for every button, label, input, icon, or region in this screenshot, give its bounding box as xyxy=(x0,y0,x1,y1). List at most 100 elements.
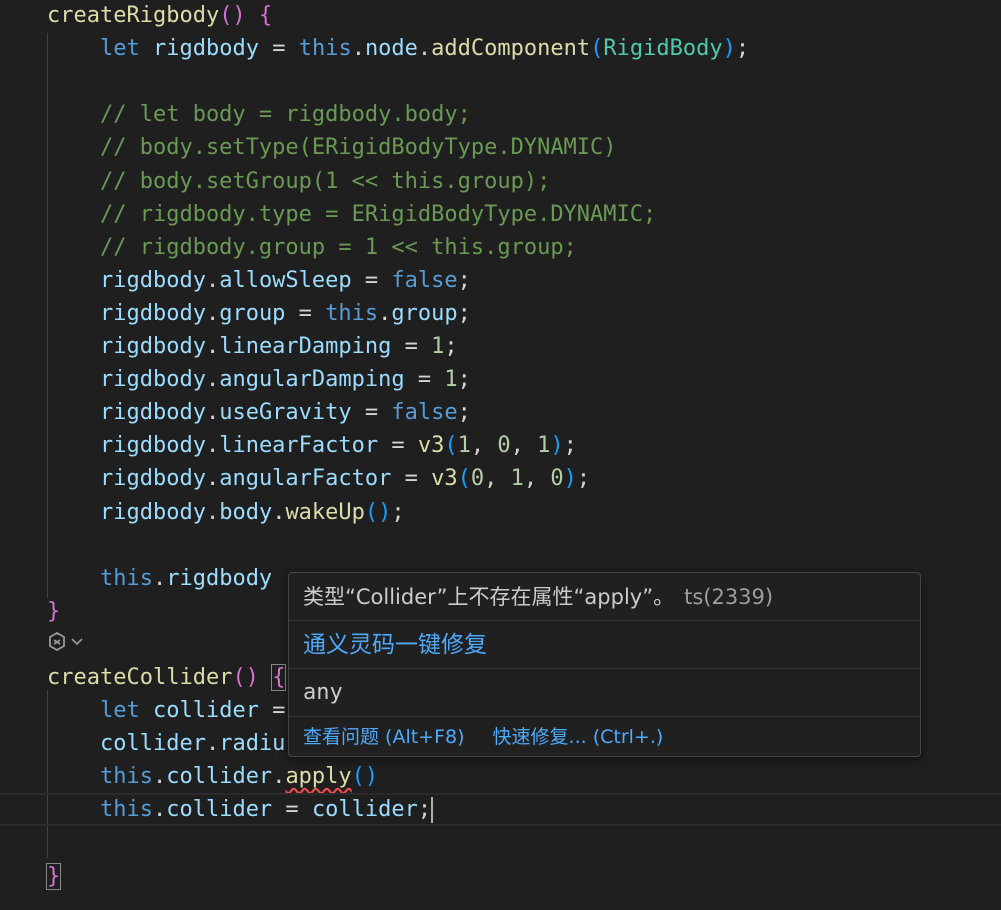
code-line[interactable]: rigdbody.useGravity = false; xyxy=(0,396,1001,429)
code-token: rigdbody xyxy=(99,433,206,459)
code-token: rigdbody xyxy=(99,300,206,326)
code-line[interactable] xyxy=(0,65,1001,98)
code-token: false xyxy=(391,400,458,426)
code-line[interactable]: createRigbody() { xyxy=(0,0,1001,32)
quick-fix-link[interactable]: 快速修复... (Ctrl+.) xyxy=(493,717,664,757)
code-line[interactable]: // rigdbody.group = 1 << this.group; xyxy=(0,231,1001,264)
code-editor[interactable]: createRigbody() { let rigdbody = this.no… xyxy=(0,0,1001,910)
code-line[interactable]: rigdbody.body.wakeUp(); xyxy=(0,496,1001,529)
code-token: createRigbody xyxy=(47,3,220,28)
code-token: ; xyxy=(444,334,458,359)
code-line[interactable]: // body.setGroup(1 << this.group); xyxy=(0,165,1001,198)
code-token: addComponent xyxy=(431,36,591,62)
code-token: collider xyxy=(311,797,418,823)
code-line[interactable]: let rigdbody = this.node.addComponent(Ri… xyxy=(0,32,1001,65)
code-token: ; xyxy=(391,499,405,525)
code-token: 1 xyxy=(457,433,471,459)
code-line[interactable]: // let body = rigdbody.body; xyxy=(0,98,1001,131)
code-token: . xyxy=(152,797,167,823)
code-line[interactable]: rigdbody.angularDamping = 1; xyxy=(0,363,1001,396)
code-line[interactable] xyxy=(0,827,1001,860)
code-token: this xyxy=(99,764,153,790)
code-token: , xyxy=(510,433,538,459)
code-token: = xyxy=(351,400,392,426)
code-token: = xyxy=(391,334,432,359)
code-token: 1 xyxy=(510,466,524,492)
code-token: = xyxy=(272,797,312,823)
code-line[interactable]: rigdbody.angularFactor = v3(0, 1, 0); xyxy=(0,462,1001,495)
code-token: this xyxy=(298,36,352,62)
code-token: group xyxy=(219,300,286,326)
error-code: ts(2339) xyxy=(684,585,774,609)
code-line[interactable]: this.collider = collider; xyxy=(0,793,1001,827)
tongyi-lingma-icon[interactable] xyxy=(46,632,68,652)
code-token: allowSleep xyxy=(219,267,352,293)
code-token: this xyxy=(99,797,153,823)
code-line[interactable]: // body.setType(ERigidBodyType.DYNAMIC) xyxy=(0,131,1001,164)
hover-message-row: 类型“Collider”上不存在属性“apply”。 ts(2339) xyxy=(289,573,920,621)
code-token: 0 xyxy=(470,466,485,492)
code-token: ; xyxy=(735,36,750,62)
code-line[interactable]: rigdbody.allowSleep = false; xyxy=(0,264,1001,297)
code-token: rigdbody xyxy=(99,267,206,293)
code-token: // rigdbody.group = 1 << this.group; xyxy=(47,234,577,260)
code-token: rigdbody xyxy=(99,499,206,525)
code-token: . xyxy=(205,433,220,459)
code-token: rigdbody xyxy=(166,565,273,591)
code-line[interactable]: rigdbody.group = this.group; xyxy=(0,297,1001,330)
code-token: () xyxy=(364,499,392,525)
code-line[interactable]: } xyxy=(0,860,1001,893)
type-info: any xyxy=(289,669,920,717)
error-hover-widget: 类型“Collider”上不存在属性“apply”。 ts(2339) 通义灵码一… xyxy=(288,572,921,757)
code-line[interactable]: this.collider.apply() xyxy=(0,760,1001,793)
code-token: . xyxy=(272,499,286,525)
code-token: collider xyxy=(166,797,273,823)
code-token: let xyxy=(99,36,140,62)
code-line[interactable]: rigdbody.linearDamping = 1; xyxy=(0,330,1001,363)
code-line[interactable]: rigdbody.linearFactor = v3(1, 0, 1); xyxy=(0,429,1001,462)
code-token: // body.setGroup(1 << this.group); xyxy=(47,168,551,194)
code-token: this xyxy=(325,300,379,326)
code-token: . xyxy=(205,367,220,393)
code-token: 1 xyxy=(537,433,551,459)
code-token: 0 xyxy=(550,466,564,492)
code-token: ; xyxy=(576,466,591,492)
codelens-row[interactable] xyxy=(46,630,84,654)
code-token: = xyxy=(391,466,432,492)
code-token: createCollider xyxy=(47,665,233,690)
chevron-down-icon[interactable] xyxy=(70,636,84,648)
code-line[interactable]: // rigdbody.type = ERigidBodyType.DYNAMI… xyxy=(0,198,1001,231)
code-token: . xyxy=(205,300,220,326)
code-token: ; xyxy=(563,433,577,459)
ai-fix-link[interactable]: 通义灵码一键修复 xyxy=(289,621,920,669)
code-token: rigdbody xyxy=(99,400,206,426)
view-problem-link[interactable]: 查看问题 (Alt+F8) xyxy=(303,717,465,757)
error-message: 类型“Collider”上不存在属性“apply”。 xyxy=(303,585,675,609)
code-line[interactable] xyxy=(0,529,1001,562)
code-token: angularDamping xyxy=(219,367,405,393)
code-token: rigdbody xyxy=(99,334,206,359)
code-token: angularFactor xyxy=(219,466,392,492)
code-token: rigdbody xyxy=(99,466,206,492)
code-token: , xyxy=(484,466,511,492)
code-token: . xyxy=(417,36,432,62)
code-token: . xyxy=(152,764,167,790)
code-token: ( xyxy=(590,36,604,62)
code-token: () xyxy=(219,3,259,28)
code-token: ; xyxy=(457,400,471,426)
code-token: } xyxy=(47,598,61,624)
code-token: false xyxy=(391,267,458,293)
code-token: . xyxy=(205,499,220,525)
code-token: = xyxy=(258,698,286,724)
code-token: // rigdbody.type = ERigidBodyType.DYNAMI… xyxy=(47,201,657,227)
code-token: v3 xyxy=(417,433,445,459)
code-token: = xyxy=(378,433,418,459)
code-token: ( xyxy=(444,433,458,459)
